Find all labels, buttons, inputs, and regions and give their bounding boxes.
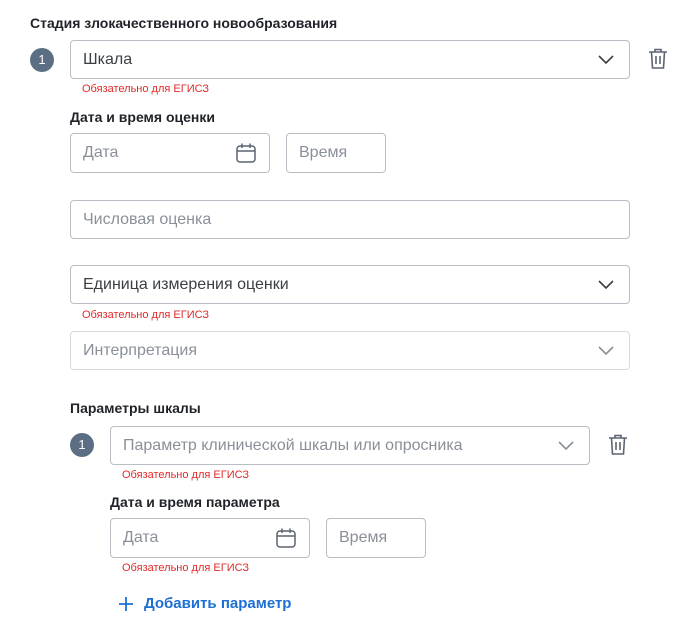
calendar-icon[interactable] — [275, 527, 297, 549]
interpretation-placeholder: Интерпретация — [83, 341, 198, 359]
param-date-required-note: Обязательно для ЕГИСЗ — [122, 562, 250, 574]
chevron-down-icon — [598, 279, 614, 289]
param-index-badge: 1 — [70, 433, 94, 457]
param-select[interactable]: Параметр клинической шкалы или опросника — [110, 426, 590, 465]
assessment-time-input[interactable]: Время — [286, 133, 386, 173]
scale-select-value: Шкала — [83, 50, 133, 68]
delete-param-icon[interactable] — [607, 433, 629, 457]
add-parameter-label: Добавить параметр — [144, 595, 292, 612]
assessment-datetime-label: Дата и время оценки — [70, 109, 215, 125]
plus-icon — [119, 596, 133, 611]
numeric-score-input[interactable]: Числовая оценка — [70, 200, 630, 239]
add-parameter-button[interactable]: Добавить параметр — [118, 595, 291, 612]
delete-stage-icon[interactable] — [647, 47, 669, 71]
assessment-time-placeholder: Время — [299, 144, 348, 161]
chevron-down-icon — [598, 345, 614, 355]
stage-index-badge: 1 — [30, 48, 54, 72]
assessment-date-placeholder: Дата — [83, 144, 119, 161]
param-time-placeholder: Время — [339, 529, 388, 546]
chevron-down-icon — [598, 54, 614, 64]
unit-select-value: Единица измерения оценки — [83, 275, 289, 293]
assessment-date-input[interactable]: Дата — [70, 133, 270, 173]
scale-required-note: Обязательно для ЕГИСЗ — [82, 83, 210, 95]
param-date-placeholder: Дата — [123, 529, 159, 546]
param-required-note: Обязательно для ЕГИСЗ — [122, 469, 250, 481]
param-date-input[interactable]: Дата — [110, 518, 310, 558]
section-title: Стадия злокачественного новообразования — [30, 15, 338, 31]
calendar-icon[interactable] — [235, 142, 257, 164]
unit-required-note: Обязательно для ЕГИСЗ — [82, 309, 210, 321]
param-select-placeholder: Параметр клинической шкалы или опросника — [123, 436, 463, 454]
param-time-input[interactable]: Время — [326, 518, 426, 558]
unit-select[interactable]: Единица измерения оценки — [70, 265, 630, 304]
numeric-score-placeholder: Числовая оценка — [83, 210, 212, 228]
chevron-down-icon — [558, 440, 574, 450]
scale-select[interactable]: Шкала — [70, 40, 630, 79]
param-datetime-label: Дата и время параметра — [110, 494, 280, 510]
interpretation-select[interactable]: Интерпретация — [70, 331, 630, 370]
scale-params-label: Параметры шкалы — [70, 400, 201, 416]
